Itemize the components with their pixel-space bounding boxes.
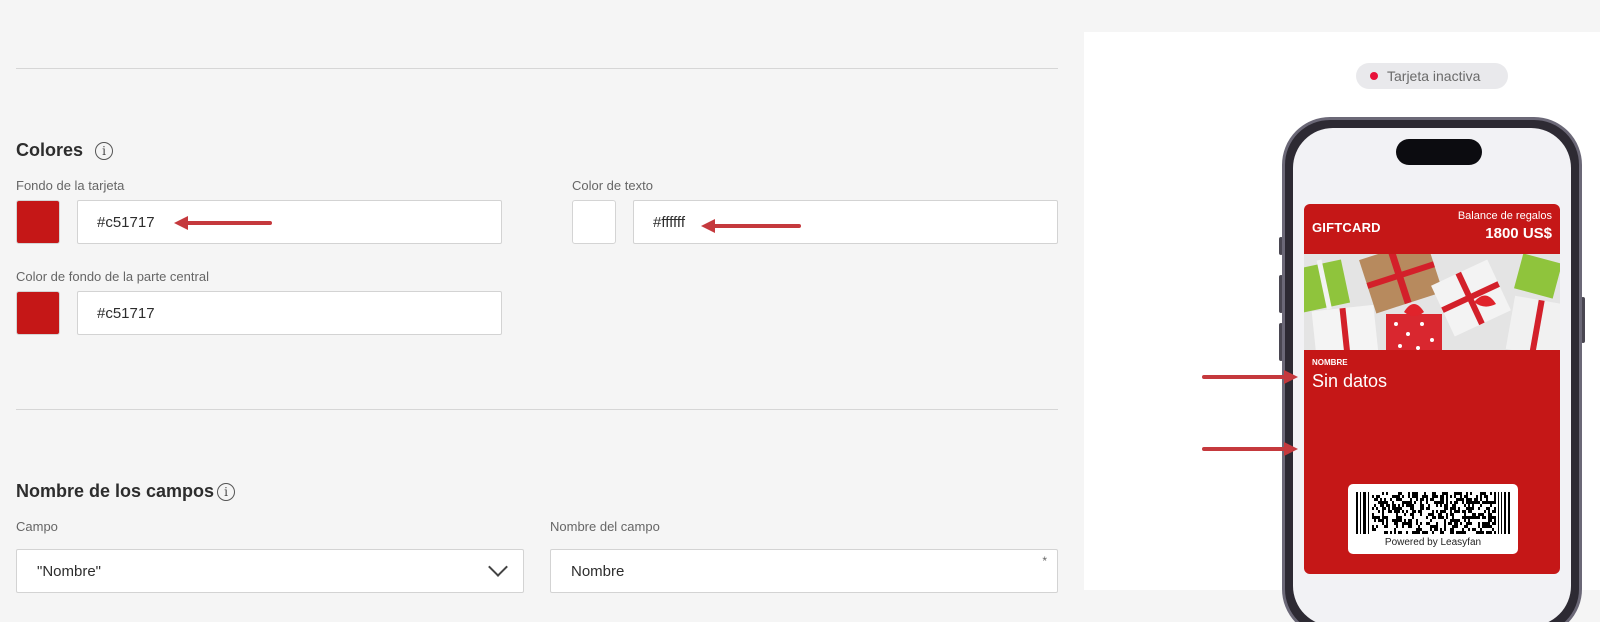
divider <box>16 68 1058 69</box>
gift-boxes-image <box>1304 254 1560 350</box>
card-field-label: NOMBRE <box>1312 358 1348 367</box>
annotation-arrow <box>1202 442 1298 456</box>
required-mark: * <box>1042 554 1047 568</box>
chevron-down-icon <box>488 557 508 577</box>
barcode-box: Powered by Leasyfan <box>1348 484 1518 554</box>
field-name-value: Nombre <box>571 563 625 580</box>
giftcard-preview: GIFTCARD Balance de regalos 1800 US$ NOM… <box>1304 204 1560 574</box>
balance-value: 1800 US$ <box>1485 225 1552 242</box>
dynamic-island <box>1396 139 1482 165</box>
divider <box>16 409 1058 410</box>
card-bg-swatch[interactable] <box>16 200 60 244</box>
colors-section-title: Colores <box>16 140 84 160</box>
info-icon[interactable]: i <box>95 142 113 160</box>
card-field-value: Sin datos <box>1312 371 1388 391</box>
card-brand: GIFTCARD <box>1312 220 1381 235</box>
info-icon[interactable]: i <box>217 483 235 501</box>
field-label: Campo <box>16 519 58 534</box>
center-bg-input[interactable] <box>77 291 502 335</box>
text-color-swatch[interactable] <box>572 200 616 244</box>
status-text: Tarjeta inactiva <box>1387 68 1481 84</box>
editor-panel: Colores i Fondo de la tarjeta Color de t… <box>0 0 1084 593</box>
field-name-input[interactable]: Nombre * <box>550 549 1058 593</box>
card-bg-input[interactable] <box>77 200 502 244</box>
annotation-arrow <box>701 219 801 233</box>
barcode <box>1356 492 1510 534</box>
field-select-value: "Nombre" <box>37 563 101 580</box>
balance-label: Balance de regalos <box>1457 210 1552 222</box>
text-color-label: Color de texto <box>572 178 653 193</box>
powered-by: Powered by Leasyfan <box>1384 537 1482 548</box>
text-color-input[interactable] <box>633 200 1058 244</box>
field-name-label: Nombre del campo <box>550 519 660 534</box>
field-select[interactable]: "Nombre" <box>16 549 524 593</box>
annotation-arrow <box>1202 370 1298 384</box>
annotation-arrow <box>174 216 272 230</box>
center-bg-swatch[interactable] <box>16 291 60 335</box>
card-bg-label: Fondo de la tarjeta <box>16 178 125 193</box>
center-bg-label: Color de fondo de la parte central <box>16 269 209 284</box>
fields-section-title: Nombre de los campos <box>16 481 215 501</box>
status-dot <box>1370 72 1378 80</box>
status-badge: Tarjeta inactiva <box>1356 63 1508 89</box>
